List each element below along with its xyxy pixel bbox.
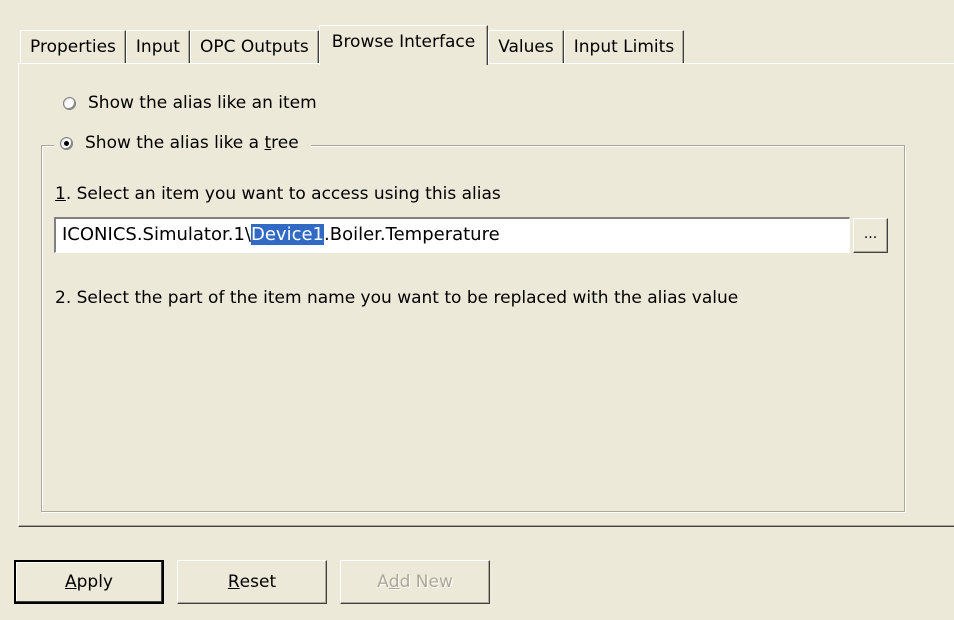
reset-button[interactable]: Reset [177,560,327,604]
tab-properties[interactable]: Properties [20,30,126,64]
browse-interface-dialog: Properties Input OPC Outputs Browse Inte… [0,0,954,620]
tab-opc-outputs[interactable]: OPC Outputs [189,30,319,64]
tab-label: Input Limits [573,37,675,57]
radio-icon[interactable] [63,96,76,110]
show-as-item-label: Show the alias like an item [88,93,317,113]
selected-alias-part[interactable]: Device1 [251,224,325,245]
tab-browse-interface[interactable]: Browse Interface [318,25,489,65]
show-as-item-option[interactable]: Show the alias like an item [63,93,317,113]
browse-button[interactable]: ... [853,218,888,253]
tab-label: Browse Interface [331,32,476,52]
tab-input-limits[interactable]: Input Limits [563,30,685,64]
tab-strip: Properties Input OPC Outputs Browse Inte… [20,24,685,65]
step1-label: 1. Select an item you want to access usi… [55,184,501,204]
step2-label: 2. Select the part of the item name you … [55,288,739,308]
radio-checked-icon[interactable] [60,136,73,150]
tab-values[interactable]: Values [488,30,564,64]
add-new-button[interactable]: Add New [340,560,490,604]
tab-label: Properties [30,37,116,57]
item-path-field[interactable]: ICONICS.Simulator.1\Device1.Boiler.Tempe… [54,217,850,253]
apply-button[interactable]: Apply [14,560,164,604]
show-as-tree-option[interactable]: Show the alias like a tree [54,133,311,153]
tab-input[interactable]: Input [125,30,190,64]
show-as-tree-label: Show the alias like a tree [85,133,299,153]
tab-label: Values [498,37,554,57]
tab-panel: Show the alias like an item Show the ali… [18,63,954,527]
tab-label: OPC Outputs [199,37,309,57]
tab-label: Input [135,37,180,57]
